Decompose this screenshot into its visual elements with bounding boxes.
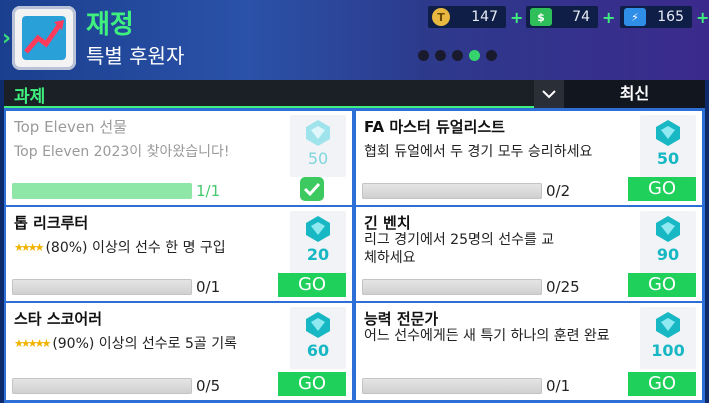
token-icon: T <box>432 8 450 26</box>
diamond-icon <box>306 120 330 146</box>
go-button[interactable]: GO <box>278 372 346 396</box>
task-name: 긴 벤치 <box>364 214 411 232</box>
cash-icon: $ <box>530 8 552 26</box>
header: › 재정 특별 후원자 T 147 + $ 74 + ⚡ 165 + <box>0 0 709 80</box>
token-counter: T 147 + <box>428 6 524 28</box>
go-button[interactable]: GO <box>628 177 696 201</box>
progress-text: 0/1 <box>196 278 221 296</box>
page-dot[interactable] <box>486 50 497 61</box>
task-description: Top Eleven 2023이 찾아왔습니다! <box>14 144 230 160</box>
go-button[interactable]: GO <box>278 273 346 297</box>
task-name: Top Eleven 선물 <box>14 118 127 136</box>
task-card: 톱 리크루터 ★★★★ (80%) 이상의 선수 한 명 구입 20 0/1 GO <box>6 207 352 301</box>
energy-value: 165 <box>657 9 684 25</box>
task-description-wrap: ★★★★ (80%) 이상의 선수 한 명 구입 <box>14 239 276 257</box>
completed-check-icon <box>300 177 324 201</box>
progress-bar <box>362 378 542 394</box>
reward-value: 60 <box>306 341 330 360</box>
progress-text: 0/5 <box>196 377 221 395</box>
progress-text: 0/1 <box>546 377 571 395</box>
lightning-icon: ⚡ <box>624 8 646 26</box>
progress-bar <box>12 183 192 199</box>
sort-dropdown-button[interactable] <box>534 80 564 108</box>
sort-label[interactable]: 최신 <box>564 80 705 108</box>
chevron-down-icon <box>542 90 556 99</box>
reward-value: 100 <box>651 341 685 360</box>
task-name: 톱 리크루터 <box>14 214 89 232</box>
reward-value: 90 <box>656 245 680 264</box>
task-name: 능력 전문가 <box>364 310 439 328</box>
page-dot[interactable] <box>452 50 463 61</box>
progress-bar <box>12 279 192 295</box>
task-card: Top Eleven 선물 Top Eleven 2023이 찾아왔습니다! 5… <box>6 111 352 205</box>
go-button[interactable]: GO <box>628 273 696 297</box>
page-subtitle: 특별 후원자 <box>86 44 185 68</box>
finance-app-icon <box>12 6 76 70</box>
task-card: 스타 스코어러 ★★★★★ (90%) 이상의 선수로 5골 기록 60 0/5 … <box>6 303 352 400</box>
diamond-icon <box>656 312 680 338</box>
page-title: 재정 <box>86 10 134 40</box>
diamond-icon <box>656 120 680 146</box>
diamond-icon <box>306 216 330 242</box>
progress-bar <box>12 378 192 394</box>
diamond-icon <box>306 312 330 338</box>
task-description: 협회 듀얼에서 두 경기 모두 승리하세요 <box>364 144 593 160</box>
page-indicator <box>418 50 497 61</box>
cash-value: 74 <box>572 9 590 25</box>
reward-panel: 100 <box>640 307 696 369</box>
progress-bar <box>362 279 542 295</box>
tab-tasks[interactable]: 과제 <box>4 80 534 108</box>
cash-counter: $ 74 + <box>526 6 616 28</box>
back-arrow-icon[interactable]: › <box>2 26 11 51</box>
tab-tasks-label: 과제 <box>14 87 46 107</box>
star-rating-icon: ★★★★ <box>14 241 45 254</box>
reward-panel: 90 <box>640 211 696 273</box>
reward-value: 50 <box>307 149 329 168</box>
task-card: 긴 벤치 리그 경기에서 25명의 선수를 교체하세요 90 0/25 GO <box>356 207 702 301</box>
reward-panel: 20 <box>290 211 346 273</box>
task-name: FA 마스터 듀얼리스트 <box>364 118 505 136</box>
token-value: 147 <box>471 9 498 25</box>
add-tokens-button[interactable]: + <box>510 8 524 27</box>
diamond-icon <box>656 216 680 242</box>
task-description: 어느 선수에게든 새 특기 하나의 훈련 완료 <box>364 328 610 344</box>
task-card: 능력 전문가 어느 선수에게든 새 특기 하나의 훈련 완료 100 0/1 G… <box>356 303 702 400</box>
progress-text: 1/1 <box>196 182 221 200</box>
task-description: 리그 경기에서 25명의 선수를 교체하세요 <box>364 232 555 266</box>
star-rating-icon: ★★★★★ <box>14 337 51 350</box>
task-description-wrap: ★★★★★ (90%) 이상의 선수로 5골 기록 <box>14 335 276 353</box>
page-dot[interactable] <box>418 50 429 61</box>
reward-panel: 60 <box>290 307 346 369</box>
progress-text: 0/25 <box>546 278 580 296</box>
page-dot-active[interactable] <box>469 50 480 61</box>
tab-bar: 과제 최신 <box>4 80 705 108</box>
energy-counter: ⚡ 165 + <box>620 6 709 28</box>
task-card: FA 마스터 듀얼리스트 협회 듀얼에서 두 경기 모두 승리하세요 50 0/… <box>356 111 702 205</box>
add-energy-button[interactable]: + <box>696 8 709 27</box>
page-dot[interactable] <box>435 50 446 61</box>
reward-panel: 50 <box>290 115 346 177</box>
reward-panel: 50 <box>640 115 696 177</box>
reward-value: 50 <box>656 149 680 168</box>
task-description: (90%) 이상의 선수로 5골 기록 <box>52 336 237 352</box>
task-name: 스타 스코어러 <box>14 310 103 328</box>
task-description: (80%) 이상의 선수 한 명 구입 <box>45 240 226 256</box>
reward-value: 20 <box>306 245 330 264</box>
progress-text: 0/2 <box>546 182 571 200</box>
progress-bar <box>362 183 542 199</box>
add-cash-button[interactable]: + <box>602 8 616 27</box>
go-button[interactable]: GO <box>628 372 696 396</box>
